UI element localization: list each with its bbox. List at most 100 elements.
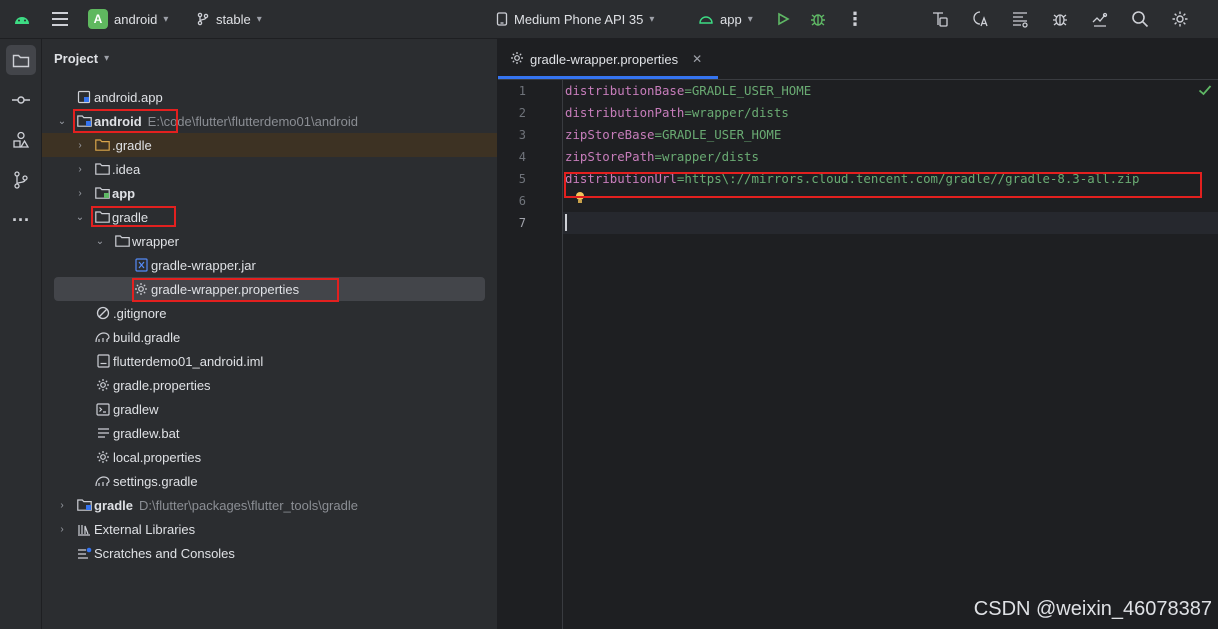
line-number: 1	[518, 84, 526, 98]
debug-icon[interactable]	[810, 0, 826, 38]
tree-item-label: gradle-wrapper.jar	[151, 257, 256, 273]
tree-item-label: app	[112, 185, 136, 201]
search-icon[interactable]	[1129, 0, 1151, 38]
tree-item-label: wrapper	[132, 233, 179, 249]
jar-icon	[133, 257, 149, 273]
tree-item-path: D:\flutter\packages\flutter_tools\gradle	[139, 497, 358, 513]
git-branches-icon[interactable]	[6, 165, 36, 195]
checkmark-icon[interactable]	[1198, 83, 1212, 99]
translate-icon[interactable]	[969, 0, 991, 38]
tree-item-iml[interactable]: flutterdemo01_android.iml	[42, 349, 497, 373]
module-folder-icon	[76, 497, 92, 513]
chevron-down-icon: ▾	[747, 13, 753, 25]
tree-item-settings-gradle[interactable]: settings.gradle	[42, 469, 497, 493]
close-icon[interactable]: ✕	[692, 52, 702, 66]
chevron-down-icon[interactable]: ⌄	[56, 116, 68, 127]
tree-item-build-gradle[interactable]: build.gradle	[42, 325, 497, 349]
chevron-down-icon: ▾	[256, 13, 262, 25]
annotation-box-properties	[132, 278, 339, 302]
device-selector[interactable]: Medium Phone API 35 ▾	[496, 0, 654, 38]
commit-icon[interactable]	[6, 85, 36, 115]
profiler-icon[interactable]	[1089, 0, 1111, 38]
tree-item-label: gradlew.bat	[113, 425, 180, 441]
property-value: GRADLE_USER_HOME	[662, 127, 782, 142]
project-view-header[interactable]: Project ▾	[54, 51, 109, 66]
structure-icon[interactable]	[1009, 0, 1031, 38]
project-selector[interactable]: A android ▾	[88, 0, 168, 38]
code-line[interactable]: zipStorePath=wrapper/dists	[565, 149, 759, 164]
bug-icon[interactable]	[1049, 0, 1071, 38]
tree-item-app[interactable]: › app	[42, 181, 497, 205]
property-key: zipStorePath	[565, 149, 655, 164]
property-key: distributionPath	[565, 105, 685, 120]
code-line[interactable]: distributionPath=wrapper/dists	[565, 105, 789, 120]
line-number: 6	[518, 194, 526, 208]
project-panel: Project ▾ android.app ⌄ android E:\code\f…	[42, 39, 498, 629]
text-cursor	[565, 214, 567, 231]
run-config-selector[interactable]: app ▾	[698, 0, 753, 38]
run-icon[interactable]	[776, 0, 790, 38]
tree-item-gradlew[interactable]: gradlew	[42, 397, 497, 421]
branch-icon	[197, 12, 209, 26]
code-line[interactable]: zipStoreBase=GRADLE_USER_HOME	[565, 127, 781, 142]
annotation-box-gradle	[91, 206, 176, 227]
tree-item-label: flutterdemo01_android.iml	[113, 353, 264, 369]
tree-item-scratches[interactable]: Scratches and Consoles	[42, 541, 497, 565]
resource-manager-icon[interactable]	[6, 125, 36, 155]
branch-selector[interactable]: stable ▾	[196, 0, 262, 38]
chevron-right-icon[interactable]: ›	[74, 188, 86, 199]
main-menu-icon[interactable]	[50, 0, 70, 38]
scratch-icon	[76, 545, 92, 561]
tree-item-gradle-wrapper-jar[interactable]: gradle-wrapper.jar	[42, 253, 497, 277]
tree-item-label: .idea	[112, 161, 141, 177]
device-manager-icon[interactable]	[929, 0, 951, 38]
more-horizontal-icon[interactable]: ···	[6, 205, 36, 235]
text-icon	[95, 425, 111, 441]
chevron-right-icon[interactable]: ›	[74, 140, 86, 151]
title-bar: A android ▾ stable ▾ Medium Phone API 35…	[0, 0, 1218, 39]
tree-item-gitignore[interactable]: .gitignore	[42, 301, 497, 325]
folder-icon	[94, 137, 110, 153]
chevron-right-icon[interactable]: ›	[56, 500, 68, 511]
code-line[interactable]: distributionBase=GRADLE_USER_HOME	[565, 83, 811, 98]
settings-gear-icon[interactable]	[1169, 0, 1191, 38]
gradle-icon	[95, 473, 111, 489]
chevron-down-icon: ▾	[163, 13, 169, 25]
tree-item-gradle-properties[interactable]: gradle.properties	[42, 373, 497, 397]
ignore-icon	[95, 305, 111, 321]
tree-item-gradlew-bat[interactable]: gradlew.bat	[42, 421, 497, 445]
equals-sign: =	[654, 149, 662, 164]
gear-icon	[95, 377, 111, 393]
line-number: 2	[518, 106, 526, 120]
tab-label: gradle-wrapper.properties	[530, 51, 679, 67]
line-number: 5	[518, 172, 526, 186]
project-folder-icon[interactable]	[6, 45, 36, 75]
property-key: zipStoreBase	[565, 127, 655, 142]
watermark-text: CSDN @weixin_46078387	[973, 598, 1212, 620]
tree-item-dot-gradle[interactable]: › .gradle	[42, 133, 497, 157]
tree-item-wrapper[interactable]: ⌄ wrapper	[42, 229, 497, 253]
editor-tab-bar: gradle-wrapper.properties ✕	[498, 39, 1218, 80]
tree-item-flutter-gradle[interactable]: › gradle D:\flutter\packages\flutter_tool…	[42, 493, 497, 517]
equals-sign: =	[684, 105, 692, 120]
property-value: wrapper/dists	[662, 149, 759, 164]
chevron-down-icon[interactable]: ⌄	[94, 236, 106, 247]
tree-item-android-app[interactable]: android.app	[42, 85, 497, 109]
chevron-right-icon[interactable]: ›	[74, 164, 86, 175]
chevron-down-icon: ▾	[104, 53, 110, 64]
tree-item-local-properties[interactable]: local.properties	[42, 445, 497, 469]
chevron-right-icon[interactable]: ›	[56, 524, 68, 535]
tab-gradle-wrapper-properties[interactable]: gradle-wrapper.properties ✕	[498, 39, 718, 79]
tree-item-external-libraries[interactable]: › External Libraries	[42, 517, 497, 541]
more-vertical-icon[interactable]: ⋮	[846, 0, 864, 38]
tree-item-label: External Libraries	[94, 521, 196, 537]
gradle-icon	[95, 329, 111, 345]
tree-item-idea[interactable]: › .idea	[42, 157, 497, 181]
chevron-down-icon: ▾	[649, 13, 655, 25]
chevron-down-icon[interactable]: ⌄	[74, 212, 86, 223]
folder-icon	[114, 233, 130, 249]
project-name: android	[114, 11, 158, 27]
line-number: 4	[518, 150, 526, 164]
tree-item-label: local.properties	[113, 449, 202, 465]
android-logo-icon[interactable]	[13, 0, 31, 38]
